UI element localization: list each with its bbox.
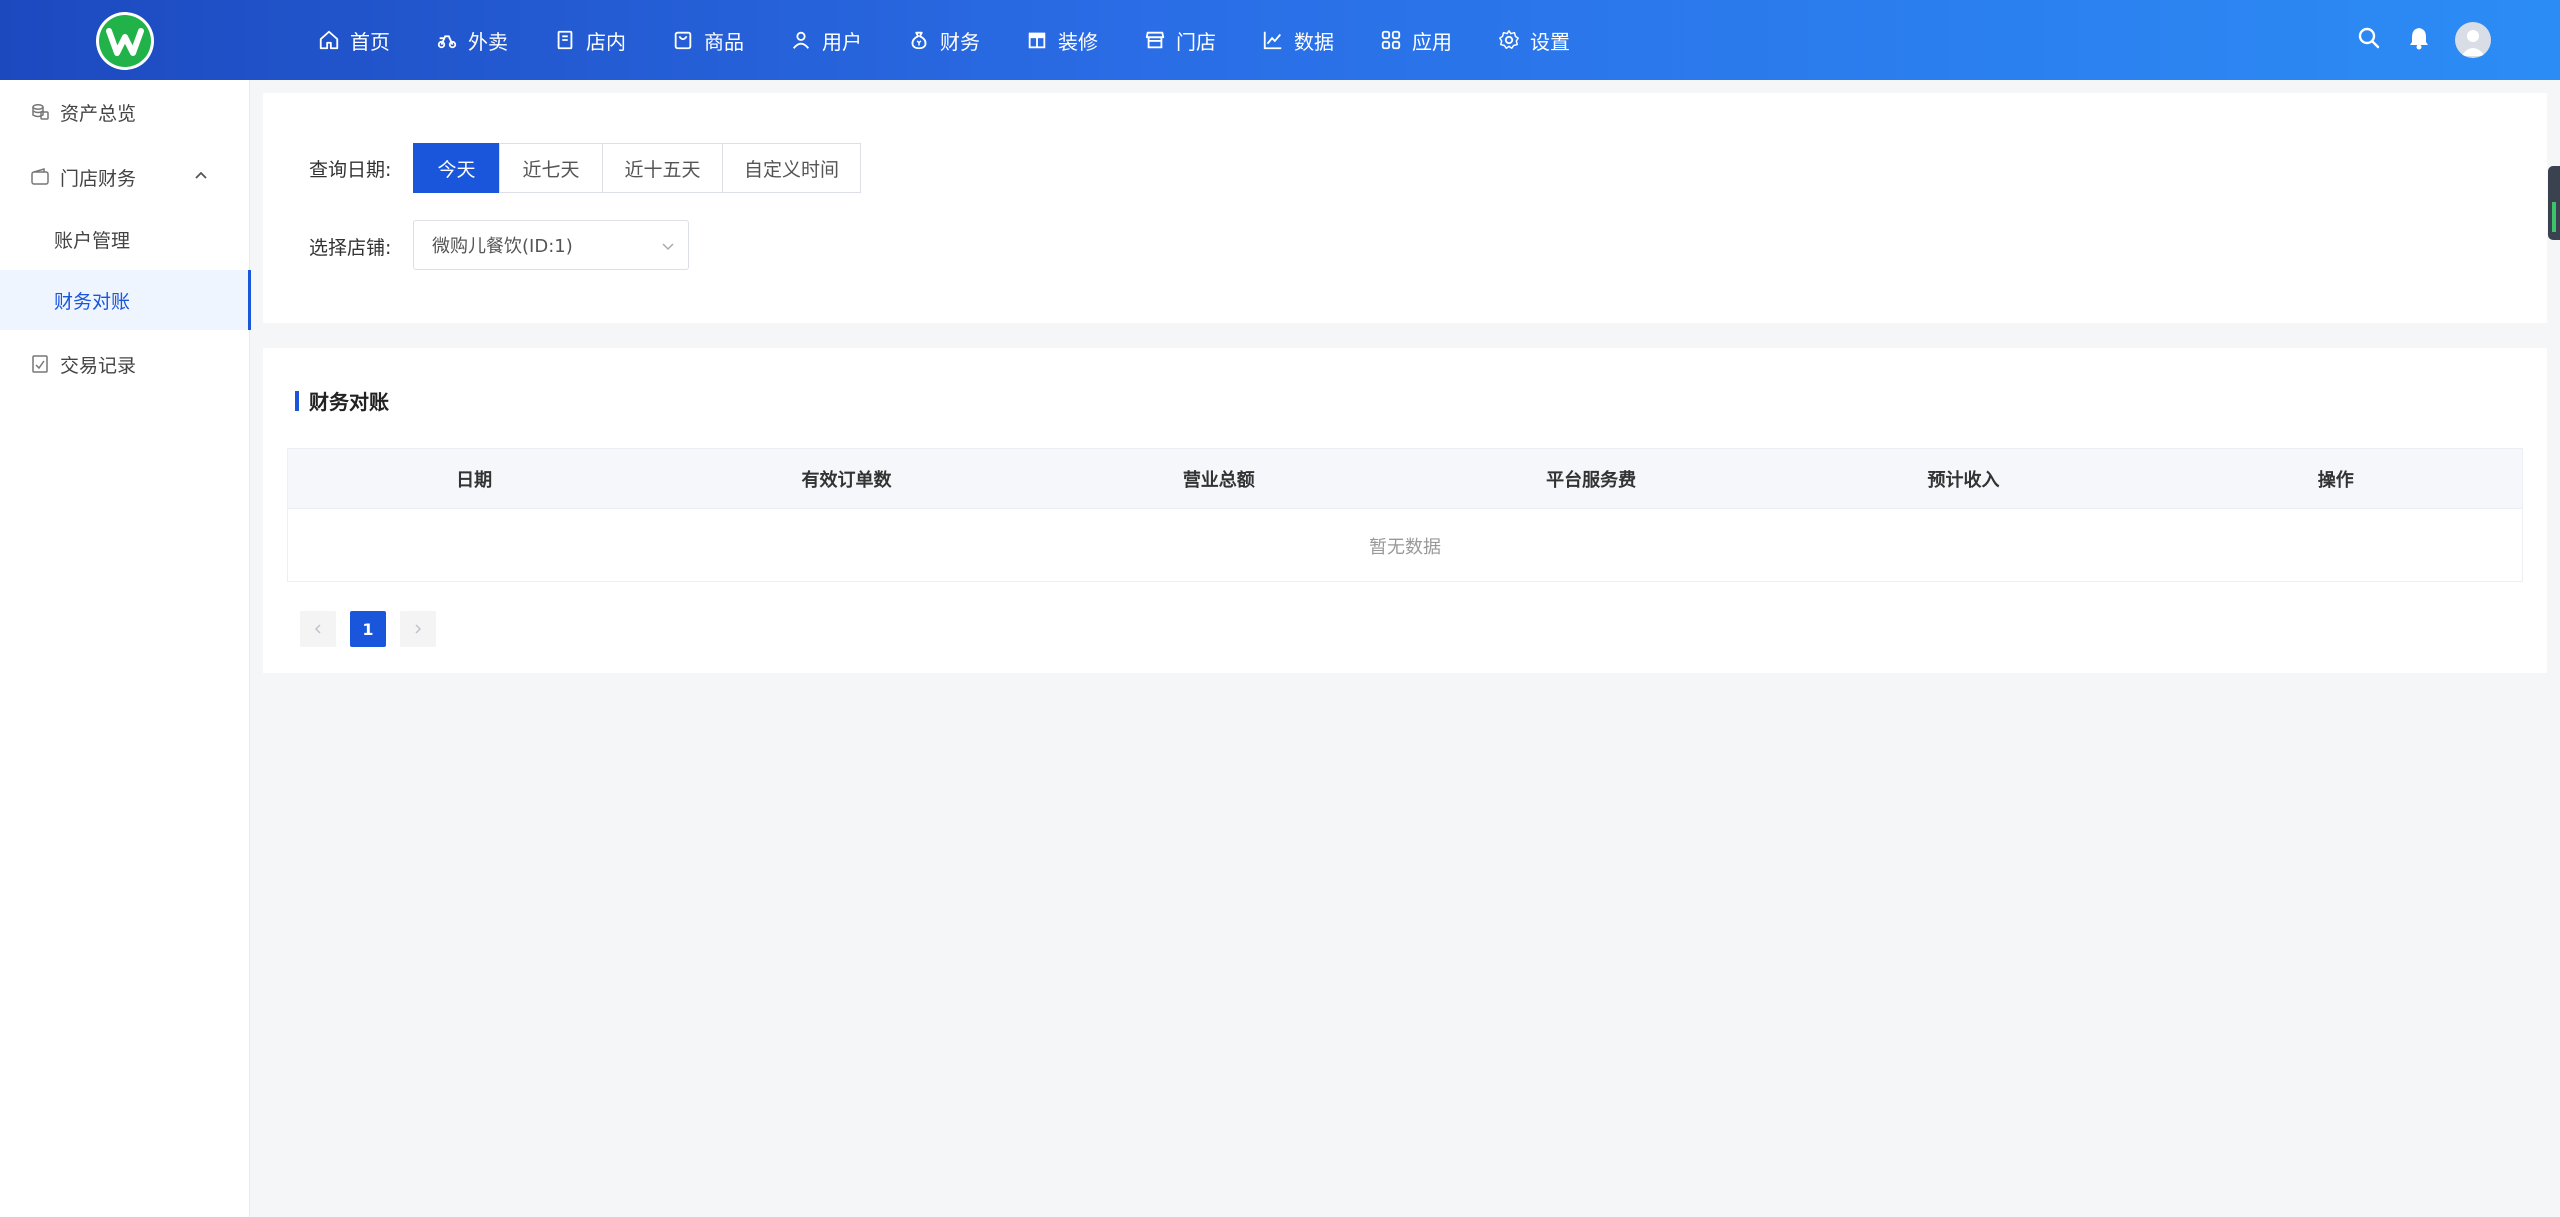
nav-item-settings[interactable]: 设置 [1498, 0, 1570, 80]
home-icon [319, 30, 339, 50]
sidebar-item-transactions[interactable]: 交易记录 [0, 334, 250, 394]
scooter-icon [437, 35, 457, 49]
nav-item-goods[interactable]: 商品 [672, 0, 744, 80]
logo-w-icon [106, 28, 144, 56]
store-filter-label: 选择店铺: [309, 237, 392, 259]
coins-icon [32, 104, 49, 120]
top-navbar: 首页 外卖 店内 商品 用户 财务 装修 门店 数据 应用 设置 [0, 0, 2560, 80]
nav-item-dine-in[interactable]: 店内 [554, 0, 626, 80]
main-nav: 首页 外卖 店内 商品 用户 财务 装修 门店 数据 应用 设置 [318, 0, 1616, 80]
store-select[interactable]: 微购儿餐饮(ID:1) [413, 220, 689, 270]
nav-item-decoration[interactable]: 装修 [1026, 0, 1098, 80]
nav-label: 设置 [1530, 29, 1570, 54]
nav-label: 装修 [1058, 29, 1098, 54]
title-accent-bar [295, 390, 299, 411]
nav-item-takeout[interactable]: 外卖 [436, 0, 508, 80]
nav-item-home[interactable]: 首页 [318, 0, 390, 80]
qr-icon [557, 30, 573, 50]
nav-label: 用户 [822, 29, 862, 54]
nav-item-finance[interactable]: 财务 [908, 0, 980, 80]
sidebar-item-label: 资产总览 [60, 102, 137, 125]
sidebar-item-label: 交易记录 [60, 354, 137, 377]
store-decor-icon [1028, 32, 1046, 49]
user-avatar-icon [2461, 30, 2485, 56]
filter-panel: 查询日期: 今天 近七天 近十五天 自定义时间 选择店铺: 微购儿餐饮(ID:1… [263, 93, 2547, 323]
chevron-right-icon [415, 624, 422, 634]
sidebar-item-label: 财务对账 [54, 290, 131, 313]
column-header-valid-orders[interactable]: 有效订单数 [660, 449, 1032, 508]
chart-icon [1263, 31, 1282, 50]
sidebar-item-store-finance[interactable]: 门店财务 [0, 147, 250, 207]
nav-label: 数据 [1294, 29, 1334, 54]
date-range-segmented: 今天 近七天 近十五天 自定义时间 [413, 143, 861, 193]
edge-widget-indicator [2552, 202, 2556, 232]
wallet-icon [31, 167, 49, 185]
logo-badge [99, 15, 151, 67]
date-option-today[interactable]: 今天 [413, 143, 500, 193]
nav-item-users[interactable]: 用户 [790, 0, 862, 80]
app-logo[interactable] [96, 12, 154, 70]
empty-state: 暂无数据 [1369, 536, 1441, 558]
table-header: 日期 有效订单数 营业总额 平台服务费 预计收入 操作 [288, 449, 2522, 509]
reconciliation-table: 日期 有效订单数 营业总额 平台服务费 预计收入 操作 暂无数据 [287, 448, 2523, 582]
sidebar-item-reconciliation[interactable]: 财务对账 [0, 270, 251, 330]
prev-page-button[interactable] [300, 611, 336, 647]
sidebar-item-label: 门店财务 [60, 167, 137, 190]
nav-label: 首页 [350, 29, 390, 54]
sidebar: 资产总览 门店财务 账户管理 财务对账 交易记录 [0, 80, 251, 1217]
reconciliation-panel: 财务对账 日期 有效订单数 营业总额 平台服务费 预计收入 操作 暂无数据 1 [263, 348, 2547, 673]
money-bag-icon [911, 31, 927, 50]
date-filter-label: 查询日期: [309, 159, 392, 181]
section-title: 财务对账 [295, 386, 389, 415]
column-header-total-revenue[interactable]: 营业总额 [1033, 449, 1405, 508]
receipt-icon [32, 355, 48, 373]
nav-label: 应用 [1412, 29, 1452, 54]
sidebar-item-asset-overview[interactable]: 资产总览 [0, 82, 250, 142]
nav-label: 商品 [704, 29, 744, 54]
sidebar-item-account-management[interactable]: 账户管理 [0, 209, 250, 269]
store-select-value: 微购儿餐饮(ID:1) [432, 236, 573, 257]
page-number-button[interactable]: 1 [350, 611, 386, 647]
side-edge-widget[interactable] [2548, 166, 2560, 240]
nav-item-data[interactable]: 数据 [1262, 0, 1334, 80]
column-header-expected-income[interactable]: 预计收入 [1777, 449, 2149, 508]
nav-item-apps[interactable]: 应用 [1380, 0, 1452, 80]
bag-icon [674, 31, 692, 50]
chevron-down-icon [662, 243, 674, 251]
sidebar-item-label: 账户管理 [54, 229, 131, 252]
chevron-up-icon[interactable] [192, 167, 210, 185]
column-header-platform-fee[interactable]: 平台服务费 [1405, 449, 1777, 508]
pagination: 1 [300, 611, 450, 647]
bell-icon[interactable] [2406, 25, 2432, 51]
avatar[interactable] [2455, 22, 2491, 58]
shop-icon [1145, 31, 1165, 49]
nav-label: 门店 [1176, 29, 1216, 54]
nav-item-stores[interactable]: 门店 [1144, 0, 1216, 80]
date-option-custom[interactable]: 自定义时间 [722, 143, 861, 193]
apps-icon [1381, 30, 1401, 50]
date-option-15-days[interactable]: 近十五天 [602, 143, 723, 193]
user-icon [792, 31, 810, 49]
section-title-text: 财务对账 [309, 390, 389, 414]
nav-label: 财务 [940, 29, 980, 54]
date-option-7-days[interactable]: 近七天 [499, 143, 603, 193]
nav-label: 店内 [586, 29, 626, 54]
column-header-date[interactable]: 日期 [288, 449, 660, 508]
nav-label: 外卖 [468, 29, 508, 54]
next-page-button[interactable] [400, 611, 436, 647]
search-icon[interactable] [2356, 25, 2382, 51]
column-header-actions: 操作 [2317, 469, 2354, 491]
chevron-left-icon [314, 624, 321, 634]
gear-icon [1499, 30, 1519, 49]
